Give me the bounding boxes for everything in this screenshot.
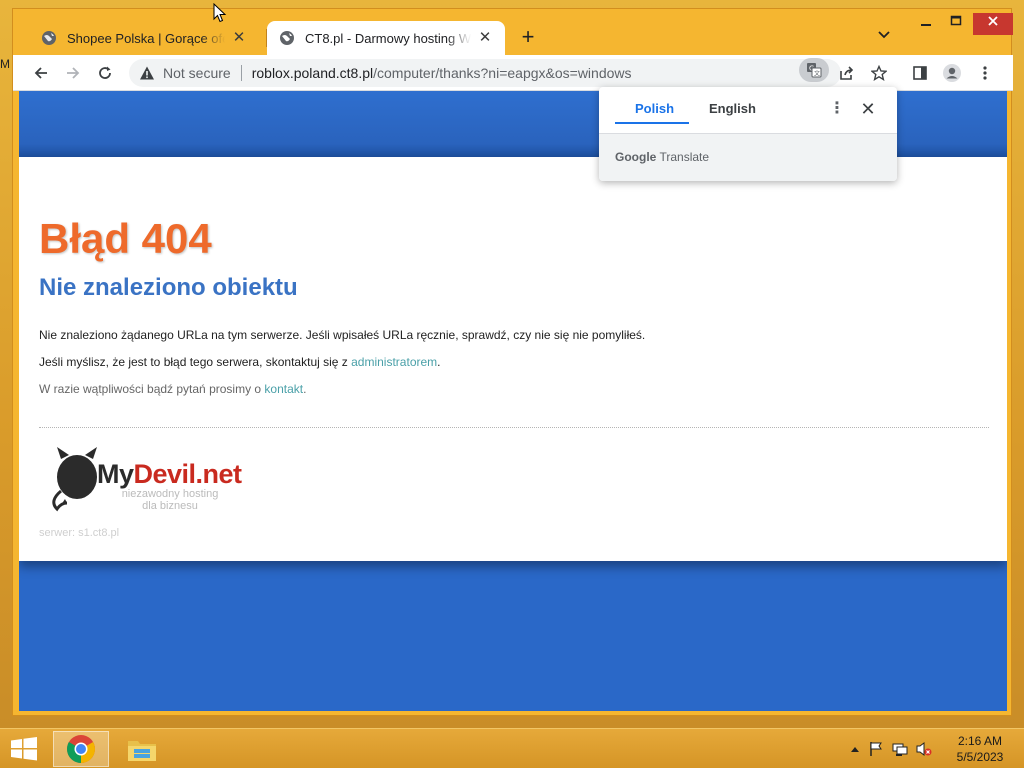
profile-button[interactable] (938, 59, 966, 87)
logo-tagline: niezawodny hosting dla biznesu (115, 488, 225, 512)
contact-line: W razie wątpliwości bądź pytań prosimy o… (39, 382, 306, 396)
administrator-link[interactable]: administratorem (351, 355, 437, 369)
google-translate-brand: Google Translate (615, 150, 709, 164)
network-icon[interactable] (892, 741, 908, 757)
selected-tab-indicator (615, 122, 689, 124)
share-icon (840, 66, 854, 80)
divider (39, 427, 989, 428)
warning-icon[interactable] (139, 65, 155, 81)
logo-tagline-line2: dla biznesu (142, 500, 198, 512)
taskbar-file-explorer[interactable] (114, 731, 170, 767)
maximize-button[interactable] (941, 13, 971, 35)
desktop-edge-text: M (0, 57, 10, 71)
server-label: serwer: s1.ct8.pl (39, 527, 120, 539)
taskbar-chrome[interactable] (53, 731, 109, 767)
brand-google: Google (615, 150, 657, 164)
not-secure-label[interactable]: Not secure (163, 65, 231, 81)
page-viewport: Błąd 404 Nie znaleziono obiektu Nie znal… (19, 91, 1007, 711)
translate-button[interactable]: G 文 (799, 58, 829, 82)
globe-icon (280, 31, 294, 45)
tab-strip: Shopee Polska | Gorące oferty, najl ✕ CT… (13, 9, 1013, 55)
logo-devil: Devil.net (133, 459, 243, 489)
logo-my: My (97, 459, 134, 489)
language-tab-polish[interactable]: Polish (635, 101, 674, 116)
back-button[interactable] (27, 59, 55, 87)
language-tab-english[interactable]: English (709, 101, 756, 116)
browser-toolbar: Not secure roblox.poland.ct8.pl/computer… (13, 55, 1013, 91)
globe-icon (42, 31, 56, 45)
bookmark-button[interactable] (865, 59, 893, 87)
admin-contact-line: Jeśli myślisz, że jest to błąd tego serw… (39, 355, 441, 369)
close-tab-icon[interactable]: ✕ (231, 30, 247, 46)
tab-shopee[interactable]: Shopee Polska | Gorące oferty, najl ✕ (29, 21, 259, 55)
avatar-icon (943, 64, 961, 82)
kebab-menu-icon (983, 66, 987, 80)
error-message: Nie znaleziono żądanego URLa na tym serw… (39, 328, 646, 342)
arrow-right-icon (67, 67, 80, 79)
taskbar: 2:16 AM 5/5/2023 (0, 728, 1024, 768)
tab-title: CT8.pl - Darmowy hosting WWW (305, 30, 471, 46)
minimize-button[interactable] (911, 13, 941, 35)
close-tab-icon[interactable]: ✕ (477, 30, 493, 46)
url-host: roblox.poland.ct8.pl (251, 65, 374, 81)
error-title: Błąd 404 (39, 215, 212, 262)
side-panel-button[interactable] (906, 59, 934, 87)
mydevil-logo[interactable]: MyDevil.net niezawodny hosting dla biznes… (47, 445, 242, 515)
menu-button[interactable] (971, 59, 999, 87)
folder-icon (128, 741, 156, 761)
arrow-left-icon (34, 67, 47, 79)
windows-logo-icon (11, 737, 37, 761)
side-panel-icon (913, 66, 927, 80)
brand-translate: Translate (659, 150, 710, 164)
chrome-icon (67, 735, 95, 763)
omnibox-divider (240, 65, 242, 81)
volume-muted-icon[interactable] (916, 741, 932, 757)
svg-text:文: 文 (814, 70, 820, 78)
error-subtitle: Nie znaleziono obiektu (39, 274, 298, 301)
system-tray (850, 741, 932, 757)
show-hidden-icons-icon[interactable] (850, 745, 860, 753)
action-center-flag-icon[interactable] (868, 741, 884, 757)
logo-tagline-line1: niezawodny hosting (121, 488, 219, 500)
tab-search-chevron-icon[interactable] (877, 29, 891, 43)
contact-suffix: . (303, 382, 307, 396)
admin-contact-text: Jeśli myślisz, że jest to błąd tego serw… (39, 355, 352, 369)
reload-button[interactable] (91, 59, 119, 87)
admin-contact-suffix: . (437, 355, 441, 369)
close-window-button[interactable] (973, 13, 1013, 35)
translate-popup: Polish English ⋮ ✕ Google Translate (599, 87, 897, 181)
share-button[interactable] (833, 59, 861, 87)
tab-title: Shopee Polska | Gorące oferty, najl (67, 30, 225, 46)
translate-language-tabs: Polish English (615, 87, 855, 133)
contact-text: W razie wątpliwości bądź pytań prosimy o (39, 382, 265, 396)
contact-link[interactable]: kontakt (264, 382, 303, 396)
translate-options-button[interactable]: ⋮ (829, 99, 845, 119)
translate-footer: Google Translate (599, 134, 897, 181)
start-button[interactable] (10, 737, 38, 761)
logo-wordmark: MyDevil.net (97, 459, 242, 490)
tab-ct8[interactable]: CT8.pl - Darmowy hosting WWW ✕ (267, 21, 505, 55)
address-bar[interactable]: Not secure roblox.poland.ct8.pl/computer… (129, 59, 841, 87)
clock[interactable]: 2:16 AM 5/5/2023 (950, 733, 1010, 765)
mouse-pointer-icon (213, 3, 227, 23)
star-icon (871, 65, 887, 81)
clock-time: 2:16 AM (957, 734, 1003, 748)
error-content: Błąd 404 Nie znaleziono obiektu Nie znal… (19, 157, 1007, 561)
reload-icon (99, 66, 111, 79)
translate-close-button[interactable]: ✕ (859, 99, 877, 119)
url-path: /computer/thanks?ni=eapgx&os=windows (373, 65, 632, 81)
clock-date: 5/5/2023 (956, 750, 1004, 764)
forward-button[interactable] (59, 59, 87, 87)
translate-icon: G 文 (807, 63, 822, 78)
new-tab-button[interactable]: + (516, 26, 540, 50)
